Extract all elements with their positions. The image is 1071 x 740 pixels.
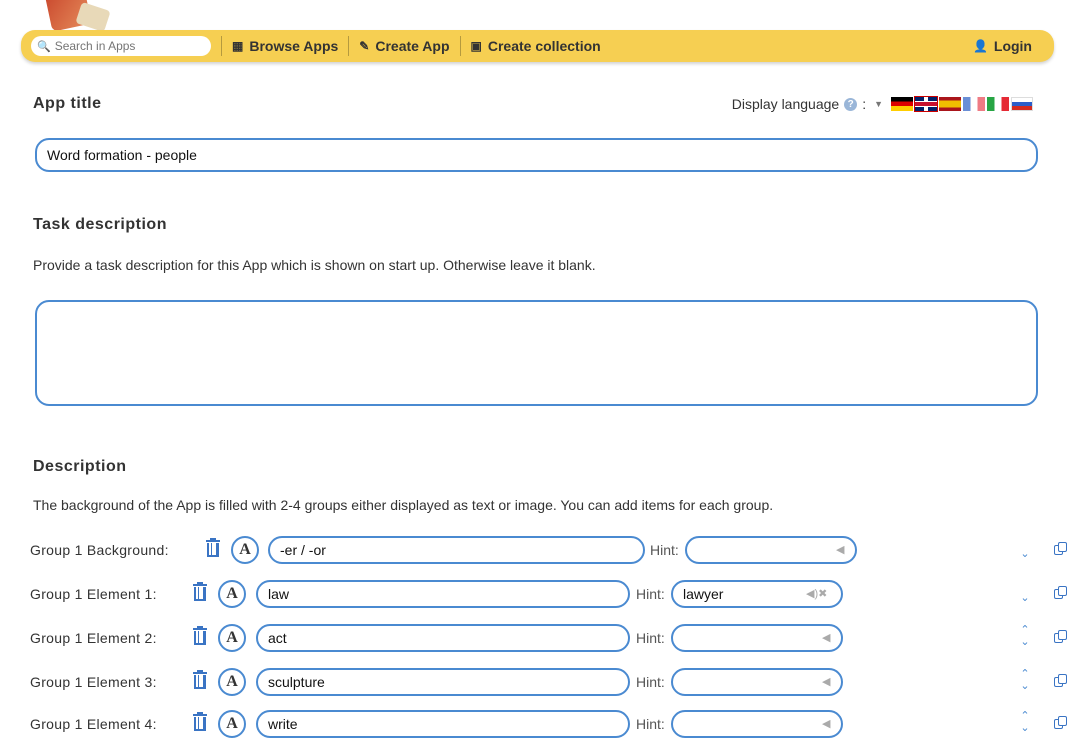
speaker-icon[interactable]: ◀)✖ [806,587,827,600]
hint-label: Hint: [636,630,665,646]
browse-apps-link[interactable]: ▦ Browse Apps [232,38,338,54]
speaker-icon[interactable]: ◀ [822,631,830,644]
browse-apps-label: Browse Apps [249,38,339,54]
up-down-arrows[interactable]: ⌃ ⌄ [1018,710,1032,738]
group-row: Group 1 Element 1: A Hint: ◀)✖ ⌄ [0,578,1071,610]
pencil-icon: ✎ [359,39,370,53]
row-label: Group 1 Element 3: [30,674,157,690]
hint-input[interactable] [685,536,857,564]
element-value-input[interactable] [256,710,630,738]
chevron-down-icon[interactable]: ⌄ [1018,580,1032,608]
hint-label: Hint: [636,586,665,602]
font-A-icon[interactable]: A [218,668,246,696]
nav-divider [221,36,222,56]
create-app-label: Create App [375,38,450,54]
chevron-down-icon[interactable]: ▼ [874,99,883,109]
search-box[interactable]: 🔍 [31,36,211,56]
element-value-input[interactable] [256,624,630,652]
login-link[interactable]: 👤 Login [973,38,1032,54]
element-value-input[interactable] [268,536,645,564]
trash-icon[interactable] [206,538,220,558]
flag-english-icon[interactable] [914,96,938,112]
flag-russian-icon[interactable] [1011,97,1033,111]
help-icon[interactable]: ? [844,97,858,111]
create-collection-link[interactable]: ▣ Create collection [471,38,601,54]
task-description-heading: Task description [33,216,167,233]
copy-icon[interactable] [1054,674,1067,687]
create-app-link[interactable]: ✎ Create App [359,38,449,54]
hint-label: Hint: [650,542,679,558]
nav-divider [348,36,350,56]
speaker-icon[interactable]: ◀ [822,717,830,730]
nav-divider [459,36,461,56]
group-row: Group 1 Element 3: A Hint: ◀ ⌃⌄ [0,666,1071,698]
speaker-icon[interactable]: ◀ [836,543,844,556]
task-description-help: Provide a task description for this App … [33,257,596,273]
description-help: The background of the App is filled with… [33,497,774,513]
group-row: Group 1 Element 2: A Hint: ◀ ⌃⌄ [0,622,1071,654]
display-language-label: Display language [731,96,840,112]
search-input[interactable] [54,39,195,53]
font-A-icon[interactable]: A [218,580,246,608]
search-icon: 🔍 [37,40,51,53]
copy-icon[interactable] [1054,542,1067,555]
flag-german-icon[interactable] [891,97,913,111]
hint-input[interactable] [671,668,843,696]
create-collection-label: Create collection [487,38,601,54]
font-A-icon[interactable]: A [218,624,246,652]
group-row: Group 1 Element 4: A Hint: ◀ ⌃⌄ [0,708,1071,740]
element-value-input[interactable] [256,668,630,696]
trash-icon[interactable] [193,626,207,646]
hint-input[interactable] [671,710,843,738]
hint-label: Hint: [636,716,665,732]
trash-icon[interactable] [193,582,207,602]
trash-icon[interactable] [193,670,207,690]
font-A-icon[interactable]: A [218,710,246,738]
copy-icon[interactable] [1054,586,1067,599]
grid-icon: ▦ [232,39,244,53]
login-label: Login [993,38,1032,54]
element-value-input[interactable] [256,580,630,608]
description-heading: Description [33,458,127,475]
up-down-arrows[interactable]: ⌃ ⌄ [1018,624,1032,652]
row-label: Group 1 Element 1: [30,586,157,602]
row-label: Group 1 Background: [30,542,169,558]
app-title-input[interactable] [35,138,1038,172]
display-language: Display language ? : ▼ [732,96,1033,112]
display-language-colon: : [862,96,867,112]
hint-input[interactable] [671,624,843,652]
group-row: Group 1 Background: A Hint: ◀ ⌄ [0,534,1071,566]
up-down-arrows[interactable]: ⌃ ⌄ [1018,668,1032,696]
copy-icon[interactable] [1054,716,1067,729]
top-navbar: 🔍 ▦ Browse Apps ✎ Create App ▣ Create co… [21,30,1054,62]
task-description-textarea[interactable] [35,300,1038,406]
hint-label: Hint: [636,674,665,690]
flag-french-icon[interactable] [963,97,985,111]
user-icon: 👤 [972,39,988,53]
site-logo[interactable] [40,0,160,30]
copy-icon[interactable] [1054,630,1067,643]
row-label: Group 1 Element 4: [30,716,157,732]
row-label: Group 1 Element 2: [30,630,157,646]
flag-italian-icon[interactable] [987,97,1009,111]
chevron-down-icon[interactable]: ⌄ [1018,536,1032,564]
speaker-icon[interactable]: ◀ [822,675,830,688]
flag-spanish-icon[interactable] [939,97,961,111]
trash-icon[interactable] [193,712,207,732]
collection-icon: ▣ [470,39,482,53]
app-title-heading: App title [33,95,102,112]
font-A-icon[interactable]: A [231,536,259,564]
